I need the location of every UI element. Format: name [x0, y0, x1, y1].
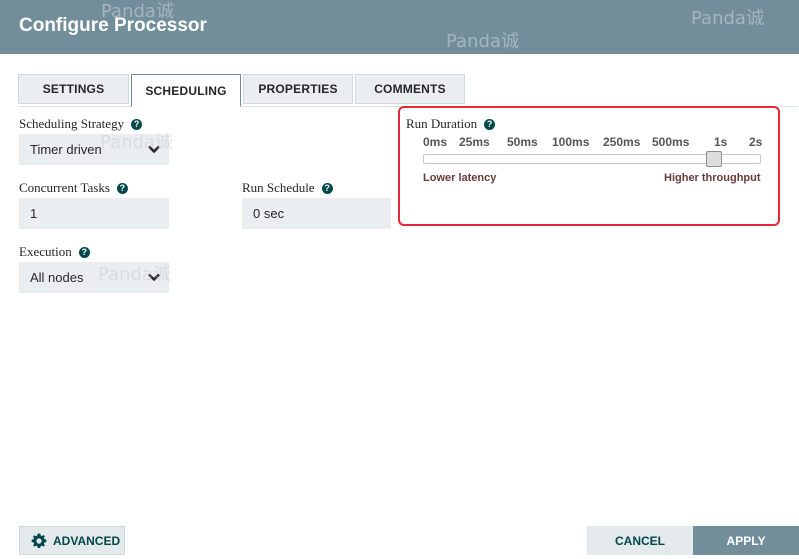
apply-button-label: APPLY: [726, 533, 766, 548]
run-schedule-input[interactable]: 0 sec: [242, 198, 391, 229]
execution-label: Execution ?: [19, 244, 90, 260]
concurrent-tasks-label-text: Concurrent Tasks: [19, 180, 110, 195]
cancel-button-label: CANCEL: [615, 533, 665, 548]
execution-value: All nodes: [30, 270, 84, 285]
watermark: Panda诚: [446, 31, 519, 52]
watermark: Panda诚: [691, 8, 764, 29]
run-duration-tick: 250ms: [603, 135, 641, 149]
help-icon[interactable]: ?: [116, 182, 128, 194]
run-duration-tick: 50ms: [507, 135, 538, 149]
run-duration-tick: 2s: [749, 135, 763, 149]
gear-icon: [31, 533, 47, 548]
advanced-button[interactable]: ADVANCED: [19, 526, 125, 555]
run-schedule-value: 0 sec: [253, 206, 285, 221]
run-duration-tick: 0ms: [423, 135, 448, 149]
tab-comments[interactable]: COMMENTS: [355, 74, 465, 104]
help-icon[interactable]: ?: [484, 118, 496, 130]
cancel-button[interactable]: CANCEL: [587, 526, 693, 555]
watermark: Panda诚: [98, 264, 171, 285]
concurrent-tasks-input[interactable]: 1: [19, 198, 169, 229]
help-icon[interactable]: ?: [78, 246, 90, 258]
higher-throughput-label: Higher throughput: [664, 172, 761, 184]
watermark: Panda诚: [101, 1, 174, 22]
help-icon[interactable]: ?: [321, 182, 333, 194]
run-duration-tick: 25ms: [459, 135, 490, 149]
run-duration-tick: 100ms: [552, 135, 590, 149]
lower-latency-label: Lower latency: [423, 172, 497, 184]
apply-button[interactable]: APPLY: [693, 526, 799, 555]
run-duration-tick: 500ms: [652, 135, 690, 149]
scheduling-strategy-value: Timer driven: [30, 142, 102, 157]
tab-scheduling[interactable]: SCHEDULING: [131, 74, 241, 107]
run-duration-label: Run Duration ?: [406, 116, 496, 132]
tab-bar: SETTINGS SCHEDULING PROPERTIES COMMENTS: [18, 74, 798, 107]
run-schedule-label-text: Run Schedule: [242, 180, 315, 195]
concurrent-tasks-value: 1: [30, 206, 38, 221]
run-schedule-label: Run Schedule ?: [242, 180, 333, 196]
dialog-header: Configure Processor Panda诚 Panda诚 Panda诚: [0, 0, 799, 54]
concurrent-tasks-label: Concurrent Tasks ?: [19, 180, 128, 196]
advanced-button-label: ADVANCED: [53, 533, 121, 548]
run-duration-slider-handle[interactable]: [706, 151, 722, 167]
watermark: Panda诚: [100, 132, 173, 153]
tab-properties[interactable]: PROPERTIES: [243, 74, 353, 104]
run-duration-tick: 1s: [714, 135, 728, 149]
tab-settings[interactable]: SETTINGS: [18, 74, 129, 104]
execution-label-text: Execution: [19, 244, 72, 259]
run-duration-label-text: Run Duration: [406, 116, 478, 131]
